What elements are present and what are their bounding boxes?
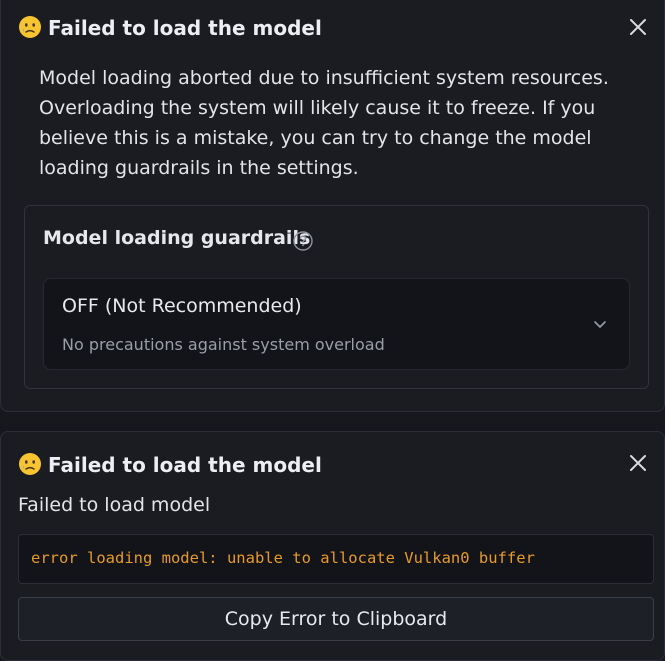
error-message-box: error loading model: unable to allocate … [18,534,654,584]
guardrails-selected-value: OFF (Not Recommended) [62,295,302,317]
toast-title-row: Failed to load the model [18,452,322,477]
close-icon[interactable] [626,451,650,475]
guardrails-panel: Model loading guardrails OFF (Not Recomm… [24,205,649,389]
help-circle-icon[interactable] [292,230,314,252]
error-heading: Failed to load model [18,494,211,516]
guardrails-label: Model loading guardrails [43,227,311,249]
load-error-toast: Failed to load the model Failed to load … [0,431,665,661]
guardrails-selected-description: No precautions against system overload [62,335,385,354]
error-message: error loading model: unable to allocate … [31,549,535,567]
toast-message: Model loading aborted due to insufficien… [39,67,609,179]
resource-error-toast: Failed to load the model Model loading a… [0,0,665,412]
sad-tear-face-icon [19,453,41,475]
toast-title: Failed to load the model [48,453,322,477]
close-icon[interactable] [626,15,650,39]
toast-title-row: Failed to load the model [18,15,322,40]
sad-tear-face-icon [19,16,41,38]
copy-error-button[interactable]: Copy Error to Clipboard [18,597,654,641]
guardrails-dropdown[interactable]: OFF (Not Recommended) No precautions aga… [43,278,630,370]
chevron-down-icon [594,321,606,328]
toast-title: Failed to load the model [48,16,322,40]
